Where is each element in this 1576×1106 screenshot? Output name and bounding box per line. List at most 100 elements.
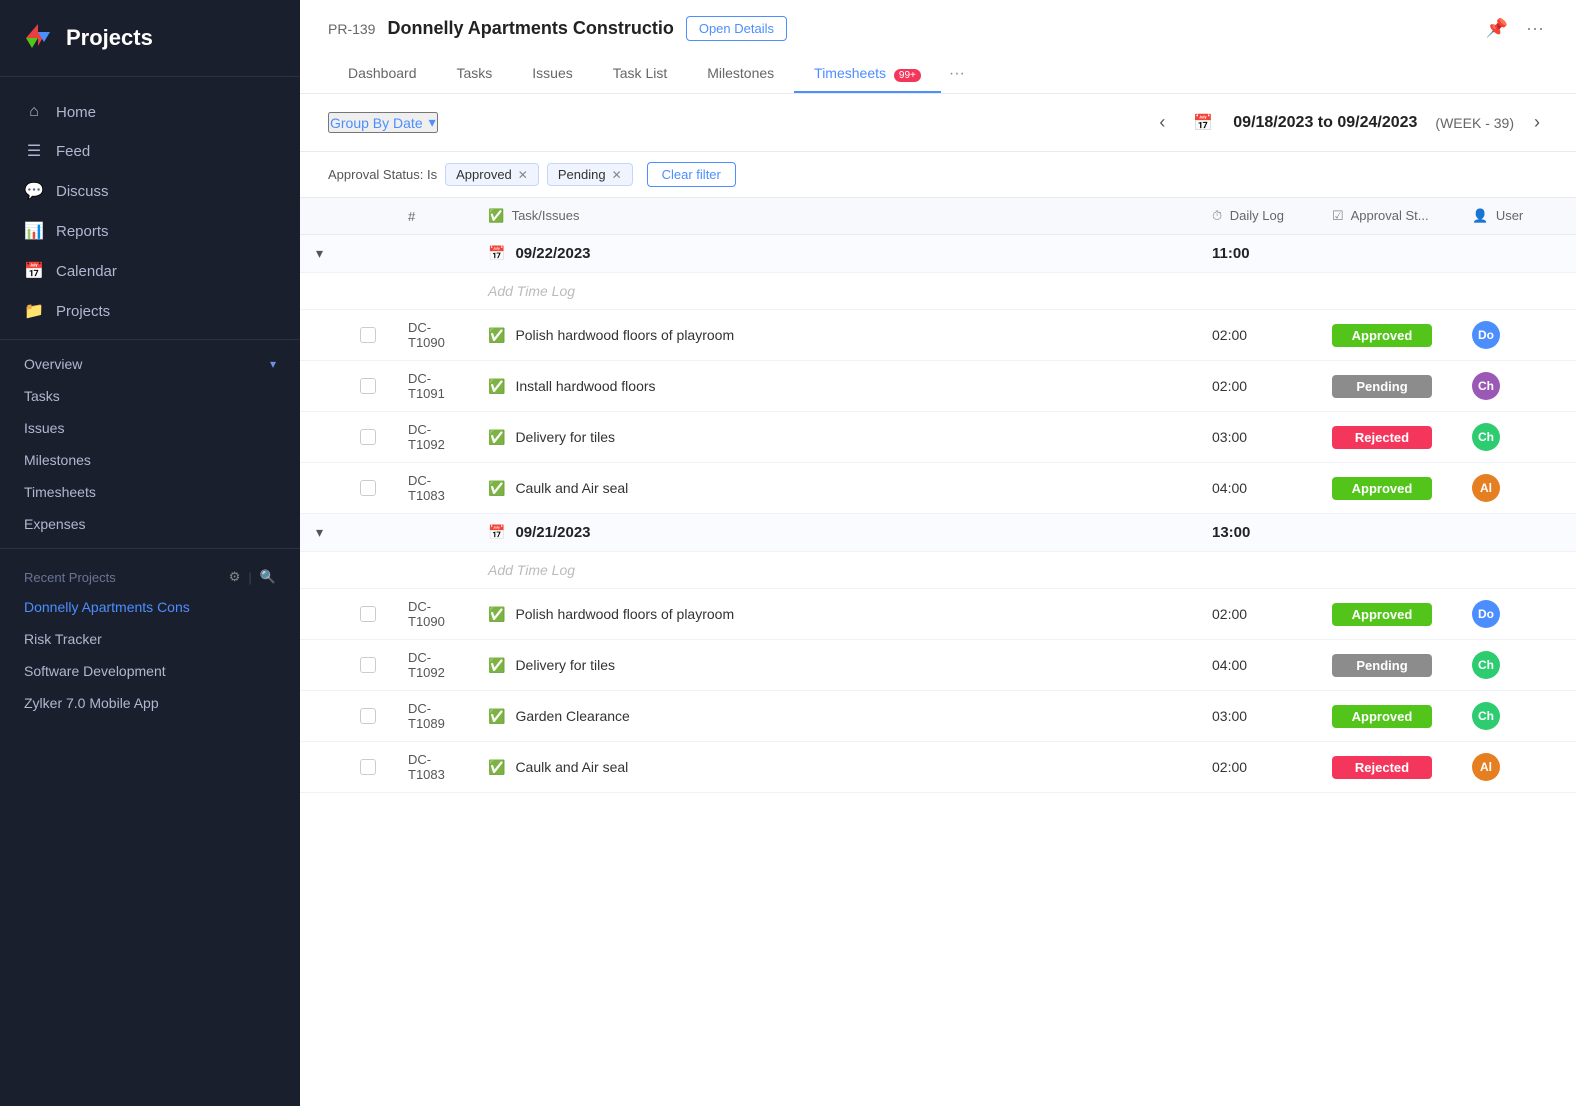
daily-log-cell: 02:00 [1196,589,1316,640]
recent-project-software[interactable]: Software Development [0,655,300,687]
add-time-log-cell[interactable]: Add Time Log [472,273,1196,310]
row-checkbox[interactable] [360,606,376,622]
row-checkbox[interactable] [360,759,376,775]
sidebar-item-home[interactable]: ⌂ Home [0,93,300,131]
calendar-picker-button[interactable]: 📅 [1185,109,1221,137]
filter-icon[interactable]: ⚙ [229,569,241,585]
status-badge: Approved [1332,705,1432,728]
prev-week-button[interactable]: ‹ [1151,108,1173,137]
sidebar-item-milestones[interactable]: Milestones [0,444,300,476]
tab-milestones[interactable]: Milestones [687,55,794,93]
toolbar: Group By Date ▾ ‹ 📅 09/18/2023 to 09/24/… [300,94,1576,152]
avatar: Al [1472,753,1500,781]
sidebar-overview[interactable]: Overview ▾ [0,348,300,380]
group-by-button[interactable]: Group By Date ▾ [328,112,438,133]
remove-approved-filter[interactable]: ✕ [518,168,528,182]
user-cell: Ch [1456,691,1576,742]
task-type-icon: ✅ [488,378,505,395]
table-header: # ✅ Task/Issues ⏱ Daily Log ☑ Approval S… [300,198,1576,235]
row-checkbox[interactable] [360,708,376,724]
timesheets-table: # ✅ Task/Issues ⏱ Daily Log ☑ Approval S… [300,198,1576,793]
collapse-button[interactable]: ▾ [316,245,323,262]
th-user: 👤 User [1456,198,1576,235]
expand-cell: ▾ [300,514,344,552]
row-checkbox[interactable] [360,378,376,394]
task-name-cell: ✅ Caulk and Air seal [472,742,1196,793]
remove-pending-filter[interactable]: ✕ [612,168,622,182]
row-checkbox[interactable] [360,657,376,673]
sidebar-item-projects[interactable]: 📁 Projects [0,291,300,331]
tab-timesheets[interactable]: Timesheets 99+ [794,55,941,93]
recent-project-donnelly[interactable]: Donnelly Apartments Cons [0,591,300,623]
sidebar-item-calendar[interactable]: 📅 Calendar [0,251,300,291]
filter-tag-pending: Pending ✕ [547,163,633,186]
status-badge: Rejected [1332,756,1432,779]
table-body: ▾ 📅 09/22/2023 11:00 Add Time Log DC-T10… [300,235,1576,793]
task-name: Delivery for tiles [515,657,615,673]
task-name-cell: ✅ Delivery for tiles [472,412,1196,463]
recent-project-zylker[interactable]: Zylker 7.0 Mobile App [0,687,300,719]
table-row: DC-T1089 ✅ Garden Clearance 03:00 Approv… [300,691,1576,742]
next-week-button[interactable]: › [1526,108,1548,137]
add-time-log-cell[interactable]: Add Time Log [472,552,1196,589]
search-icon[interactable]: 🔍 [260,569,276,585]
logo-area: Projects [0,0,300,77]
approval-status-cell: Approved [1316,691,1456,742]
reports-icon: 📊 [24,221,44,241]
table-row: DC-T1092 ✅ Delivery for tiles 04:00 Pend… [300,640,1576,691]
daily-log-cell: 04:00 [1196,463,1316,514]
add-time-log-row: Add Time Log [300,552,1576,589]
logo-icon [20,20,56,56]
task-name-cell: ✅ Polish hardwood floors of playroom [472,589,1196,640]
calendar-icon: 📅 [488,524,505,541]
table-row: DC-T1083 ✅ Caulk and Air seal 02:00 Reje… [300,742,1576,793]
task-type-icon: ✅ [488,759,505,776]
open-details-button[interactable]: Open Details [686,16,787,41]
row-checkbox[interactable] [360,429,376,445]
sidebar-item-timesheets[interactable]: Timesheets [0,476,300,508]
task-id-cell: DC-T1091 [392,361,472,412]
sidebar-item-feed[interactable]: ☰ Feed [0,131,300,171]
sidebar-item-tasks[interactable]: Tasks [0,380,300,412]
recent-project-risk[interactable]: Risk Tracker [0,623,300,655]
tab-dashboard[interactable]: Dashboard [328,55,437,93]
user-cell: Ch [1456,640,1576,691]
sidebar-item-home-label: Home [56,104,96,121]
chevron-down-icon: ▾ [270,357,276,371]
daily-log-cell: 04:00 [1196,640,1316,691]
task-name: Caulk and Air seal [515,480,628,496]
avatar: Al [1472,474,1500,502]
sidebar-item-reports-label: Reports [56,223,109,240]
clear-filter-button[interactable]: Clear filter [647,162,736,187]
date-group-row: ▾ 📅 09/21/2023 13:00 [300,514,1576,552]
row-checkbox-cell [344,361,392,412]
task-name: Install hardwood floors [515,378,655,394]
avatar: Ch [1472,372,1500,400]
task-name-cell: ✅ Install hardwood floors [472,361,1196,412]
sidebar-item-projects-label: Projects [56,303,110,320]
sidebar-item-reports[interactable]: 📊 Reports [0,211,300,251]
more-tabs-button[interactable]: ··· [941,55,973,93]
collapse-button[interactable]: ▾ [316,524,323,541]
status-badge: Approved [1332,477,1432,500]
tab-tasks[interactable]: Tasks [437,55,513,93]
row-checkbox-cell [344,463,392,514]
th-expand [300,198,344,235]
row-checkbox[interactable] [360,480,376,496]
row-checkbox-cell [344,310,392,361]
sidebar-item-discuss[interactable]: 💬 Discuss [0,171,300,211]
task-id-cell: DC-T1090 [392,310,472,361]
sidebar-item-issues[interactable]: Issues [0,412,300,444]
user-cell: Al [1456,742,1576,793]
pin-icon[interactable]: 📌 [1482,14,1512,43]
sidebar-item-discuss-label: Discuss [56,183,109,200]
task-id-cell: DC-T1092 [392,640,472,691]
timesheets-badge: 99+ [894,69,921,82]
tab-issues[interactable]: Issues [512,55,592,93]
row-checkbox[interactable] [360,327,376,343]
date-label: 09/22/2023 [515,245,590,262]
logo-text: Projects [66,25,153,51]
sidebar-item-expenses[interactable]: Expenses [0,508,300,540]
more-options-icon[interactable]: ··· [1522,14,1548,43]
tab-task-list[interactable]: Task List [593,55,687,93]
